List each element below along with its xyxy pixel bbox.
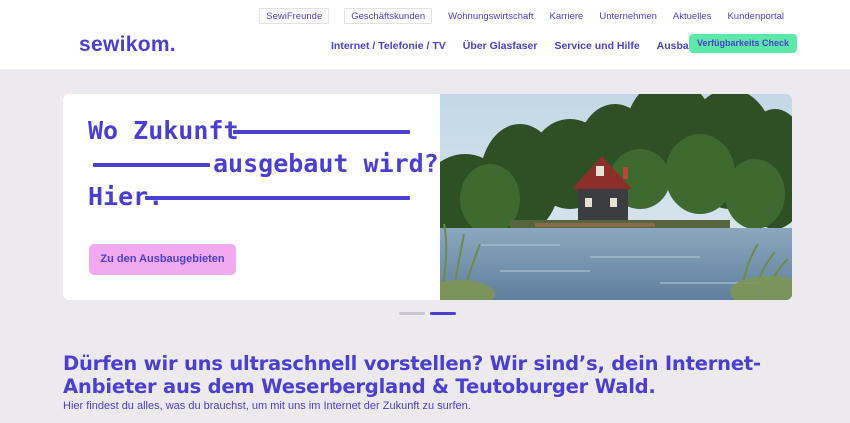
top-navigation: SewiFreunde Geschäftskunden Wohnungswirt…: [259, 8, 784, 24]
site-header: SewiFreunde Geschäftskunden Wohnungswirt…: [0, 0, 850, 69]
top-nav-kundenportal[interactable]: Kundenportal: [727, 11, 784, 22]
carousel-dot-1[interactable]: [399, 312, 425, 315]
main-nav-ueber-glasfaser[interactable]: Über Glasfaser: [463, 34, 538, 58]
headline-rule-2: [93, 163, 210, 167]
main-navigation: Internet / Telefonie / TV Über Glasfaser…: [331, 34, 732, 58]
sewikom-logo[interactable]: sewikom.: [79, 33, 176, 57]
main-nav-service-und-hilfe[interactable]: Service und Hilfe: [554, 34, 639, 58]
intro-subtitle: Hier findest du alles, was du brauchst, …: [63, 400, 471, 412]
hero-headline-line-2: ausgebaut wird?: [213, 149, 439, 178]
hero-banner: Wo Zukunft ausgebaut wird? Hier. Zu den …: [63, 94, 792, 300]
top-nav-aktuelles[interactable]: Aktuelles: [673, 11, 712, 22]
headline-rule-3: [145, 196, 410, 200]
top-nav-geschaeftskunden[interactable]: Geschäftskunden: [344, 8, 433, 24]
house-by-lake-image: [440, 94, 792, 300]
top-nav-unternehmen[interactable]: Unternehmen: [599, 11, 657, 22]
headline-rule-1: [233, 130, 410, 134]
carousel-dot-2-active[interactable]: [430, 312, 456, 315]
availability-check-button[interactable]: Verfügbarkeits Check: [689, 34, 797, 53]
main-nav-internet-telefonie-tv[interactable]: Internet / Telefonie / TV: [331, 34, 446, 58]
top-nav-karriere[interactable]: Karriere: [550, 11, 584, 22]
hero-text-panel: Wo Zukunft ausgebaut wird? Hier. Zu den …: [63, 94, 440, 300]
hero-headline-line-1: Wo Zukunft: [88, 116, 239, 145]
top-nav-sewifreunde[interactable]: SewiFreunde: [259, 8, 330, 24]
top-nav-wohnungswirtschaft[interactable]: Wohnungswirtschaft: [448, 11, 533, 22]
carousel-indicators: [399, 312, 461, 315]
intro-title: Dürfen wir uns ultraschnell vorstellen? …: [63, 352, 761, 398]
ausbaugebiete-button[interactable]: Zu den Ausbaugebieten: [89, 244, 236, 275]
